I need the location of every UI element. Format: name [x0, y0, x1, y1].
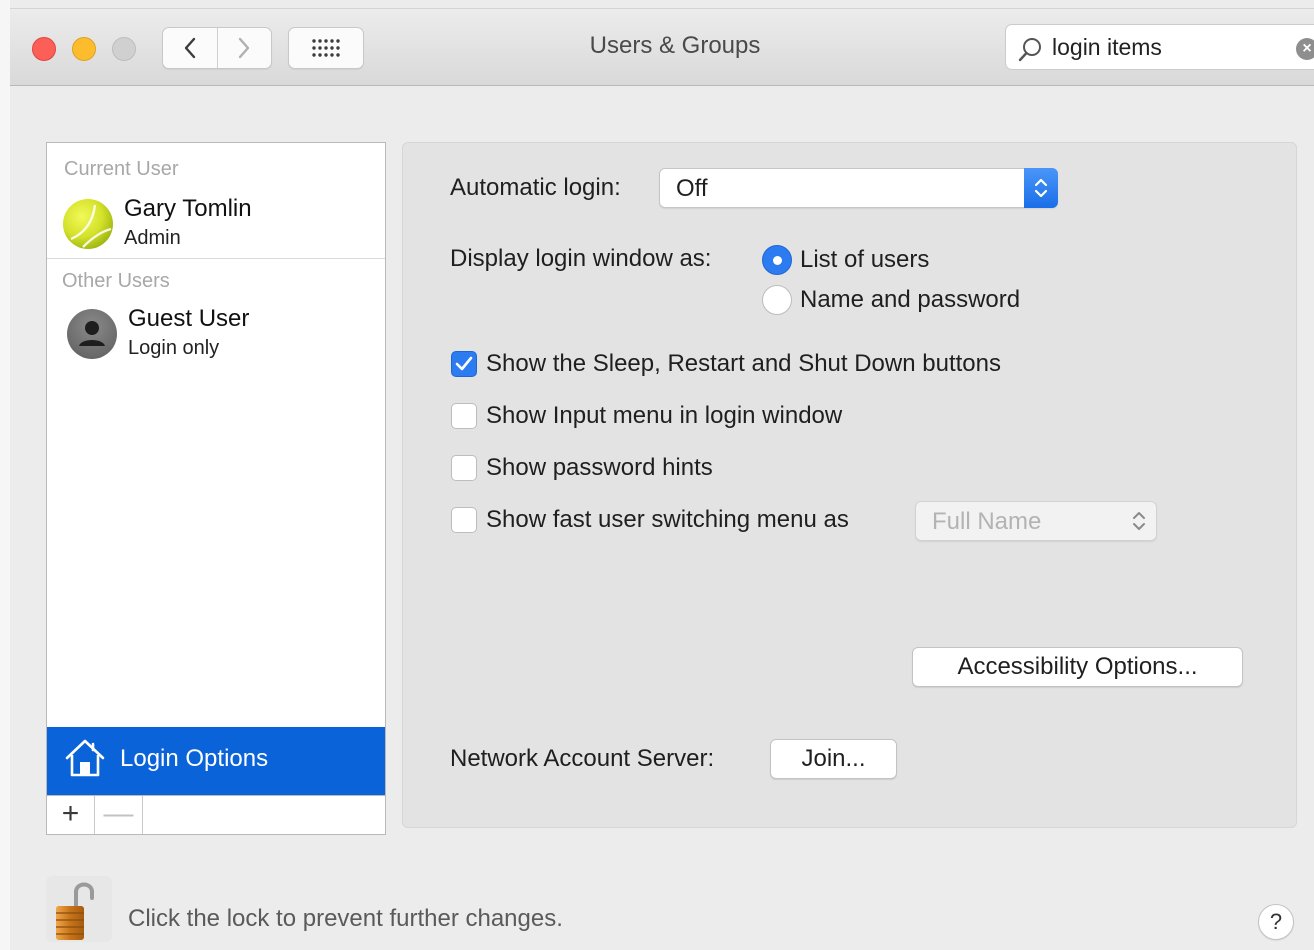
fast-user-switching-checkbox[interactable] [451, 507, 477, 533]
login-options-label: Login Options [120, 745, 269, 772]
close-window-button[interactable] [32, 37, 56, 61]
guest-user-name: Guest User [128, 305, 250, 332]
house-icon [65, 739, 105, 777]
name-and-password-radio[interactable] [762, 285, 792, 315]
automatic-login-popup[interactable]: Off [659, 168, 1058, 208]
grid-icon [312, 39, 340, 57]
current-user-name: Gary Tomlin [124, 195, 252, 222]
chevron-right-icon [239, 37, 250, 59]
avatar [63, 199, 113, 249]
clear-icon[interactable]: × [1296, 38, 1314, 60]
show-password-hints-checkbox[interactable] [451, 455, 477, 481]
avatar [67, 309, 117, 359]
guest-user-role: Login only [128, 337, 220, 359]
search-input[interactable] [1052, 33, 1282, 61]
checkmark-icon [455, 356, 473, 371]
add-remove-bar: + — [47, 795, 385, 834]
show-all-button[interactable] [288, 27, 364, 69]
add-user-button[interactable]: + [47, 796, 95, 834]
show-sleep-restart-label: Show the Sleep, Restart and Shut Down bu… [486, 350, 1001, 377]
remove-user-button[interactable]: — [95, 796, 143, 834]
other-users-header: Other Users [62, 270, 170, 292]
name-and-password-label: Name and password [800, 286, 1021, 313]
tennis-ball-icon [70, 204, 112, 248]
users-sidebar: Current User Gary Tomlin Admin Other Use… [46, 142, 386, 835]
current-user-role: Admin [124, 227, 181, 249]
chevron-left-icon [184, 37, 195, 59]
search-icon [1018, 38, 1041, 62]
zoom-window-button[interactable] [112, 37, 136, 61]
show-input-menu-label: Show Input menu in login window [486, 402, 843, 429]
updown-arrows-icon [1024, 168, 1058, 208]
fast-user-switching-popup[interactable]: Full Name [915, 501, 1157, 541]
accessibility-options-button[interactable]: Accessibility Options... [912, 647, 1243, 687]
display-login-window-label: Display login window as: [450, 245, 712, 272]
minimize-window-button[interactable] [72, 37, 96, 61]
network-account-server-label: Network Account Server: [450, 745, 715, 772]
show-input-menu-checkbox[interactable] [451, 403, 477, 429]
forward-button[interactable] [216, 28, 272, 68]
join-button[interactable]: Join... [770, 739, 897, 779]
list-of-users-radio[interactable] [762, 245, 792, 275]
back-forward-group [162, 27, 272, 69]
login-options-item[interactable]: Login Options [47, 727, 385, 795]
back-button[interactable] [163, 28, 217, 68]
fast-user-switching-label: Show fast user switching menu as [486, 506, 849, 533]
lock-status-text: Click the lock to prevent further change… [128, 905, 563, 932]
help-button[interactable]: ? [1258, 904, 1294, 940]
updown-arrows-icon [1133, 512, 1145, 530]
automatic-login-label: Automatic login: [450, 174, 621, 201]
lock-icon[interactable] [46, 876, 114, 944]
current-user-header: Current User [64, 158, 179, 180]
window-title: Users & Groups [589, 32, 761, 59]
person-icon [79, 321, 105, 346]
search-field[interactable]: × [1005, 24, 1314, 70]
divider [47, 258, 385, 259]
page-edge [0, 0, 10, 950]
show-password-hints-label: Show password hints [486, 454, 713, 481]
list-of-users-label: List of users [800, 246, 930, 273]
fast-user-switching-value: Full Name [932, 508, 1042, 535]
show-sleep-restart-checkbox[interactable] [451, 351, 477, 377]
automatic-login-value: Off [676, 175, 708, 202]
